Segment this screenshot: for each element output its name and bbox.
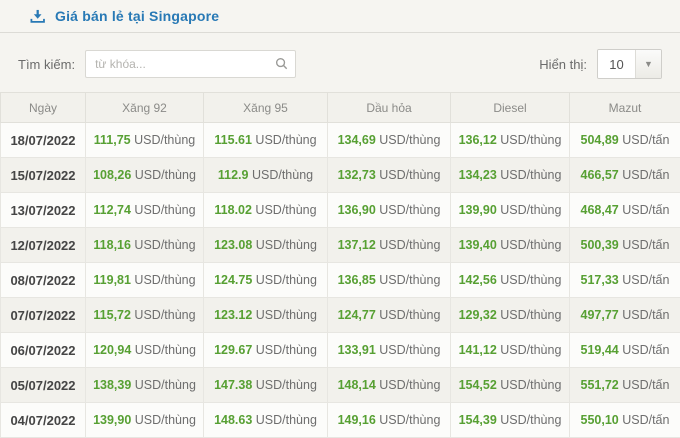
- table-header-row: NgàyXăng 92Xăng 95Dầu hỏaDieselMazut: [1, 93, 680, 123]
- price-cell: 139,90 USD/thùng: [86, 403, 204, 438]
- price-cell: 133,91 USD/thùng: [328, 333, 451, 368]
- page-size-value: 10: [598, 50, 636, 78]
- price-cell: 139,90 USD/thùng: [451, 193, 570, 228]
- price-cell: 517,33 USD/tấn: [570, 263, 680, 298]
- price-cell: 124.75 USD/thùng: [204, 263, 328, 298]
- column-header-0: Ngày: [1, 93, 86, 123]
- price-cell: 118.02 USD/thùng: [204, 193, 328, 228]
- price-cell: 112.9 USD/thùng: [204, 158, 328, 193]
- column-header-5: Mazut: [570, 93, 680, 123]
- price-cell: 115.61 USD/thùng: [204, 123, 328, 158]
- price-cell: 115,72 USD/thùng: [86, 298, 204, 333]
- price-cell: 119,81 USD/thùng: [86, 263, 204, 298]
- date-cell: 06/07/2022: [1, 333, 86, 368]
- price-cell: 138,39 USD/thùng: [86, 368, 204, 403]
- price-cell: 123.12 USD/thùng: [204, 298, 328, 333]
- price-cell: 149,16 USD/thùng: [328, 403, 451, 438]
- price-cell: 468,47 USD/tấn: [570, 193, 680, 228]
- price-cell: 142,56 USD/thùng: [451, 263, 570, 298]
- price-cell: 466,57 USD/tấn: [570, 158, 680, 193]
- price-cell: 148,14 USD/thùng: [328, 368, 451, 403]
- date-cell: 04/07/2022: [1, 403, 86, 438]
- price-cell: 134,23 USD/thùng: [451, 158, 570, 193]
- panel-titlebar: Giá bán lẻ tại Singapore: [0, 0, 680, 33]
- column-header-2: Xăng 95: [204, 93, 328, 123]
- search-input[interactable]: [85, 50, 296, 78]
- date-cell: 05/07/2022: [1, 368, 86, 403]
- price-cell: 147.38 USD/thùng: [204, 368, 328, 403]
- table-row: 15/07/2022108,26 USD/thùng112.9 USD/thùn…: [1, 158, 680, 193]
- date-cell: 15/07/2022: [1, 158, 86, 193]
- price-cell: 136,90 USD/thùng: [328, 193, 451, 228]
- table-row: 18/07/2022111,75 USD/thùng115.61 USD/thù…: [1, 123, 680, 158]
- table-row: 12/07/2022118,16 USD/thùng123.08 USD/thù…: [1, 228, 680, 263]
- table-row: 06/07/2022120,94 USD/thùng129.67 USD/thù…: [1, 333, 680, 368]
- price-cell: 154,39 USD/thùng: [451, 403, 570, 438]
- column-header-1: Xăng 92: [86, 93, 204, 123]
- price-cell: 118,16 USD/thùng: [86, 228, 204, 263]
- price-cell: 120,94 USD/thùng: [86, 333, 204, 368]
- search-group: Tìm kiếm:: [18, 50, 296, 78]
- price-cell: 134,69 USD/thùng: [328, 123, 451, 158]
- price-cell: 136,85 USD/thùng: [328, 263, 451, 298]
- table-row: 08/07/2022119,81 USD/thùng124.75 USD/thù…: [1, 263, 680, 298]
- search-box: [85, 50, 296, 78]
- page-size-select[interactable]: 10 ▼: [597, 49, 662, 79]
- page-title: Giá bán lẻ tại Singapore: [55, 8, 219, 24]
- price-cell: 108,26 USD/thùng: [86, 158, 204, 193]
- date-cell: 18/07/2022: [1, 123, 86, 158]
- date-cell: 07/07/2022: [1, 298, 86, 333]
- price-cell: 497,77 USD/tấn: [570, 298, 680, 333]
- price-cell: 132,73 USD/thùng: [328, 158, 451, 193]
- price-cell: 112,74 USD/thùng: [86, 193, 204, 228]
- table-row: 05/07/2022138,39 USD/thùng147.38 USD/thù…: [1, 368, 680, 403]
- price-cell: 500,39 USD/tấn: [570, 228, 680, 263]
- search-icon: [275, 57, 288, 70]
- page-size-group: Hiển thị: 10 ▼: [539, 49, 662, 79]
- table-row: 13/07/2022112,74 USD/thùng118.02 USD/thù…: [1, 193, 680, 228]
- date-cell: 12/07/2022: [1, 228, 86, 263]
- price-cell: 137,12 USD/thùng: [328, 228, 451, 263]
- price-cell: 123.08 USD/thùng: [204, 228, 328, 263]
- table-controls: Tìm kiếm: Hiển thị: 10 ▼: [0, 33, 680, 92]
- price-cell: 124,77 USD/thùng: [328, 298, 451, 333]
- table-row: 07/07/2022115,72 USD/thùng123.12 USD/thù…: [1, 298, 680, 333]
- price-cell: 504,89 USD/tấn: [570, 123, 680, 158]
- column-header-3: Dầu hỏa: [328, 93, 451, 123]
- price-cell: 519,44 USD/tấn: [570, 333, 680, 368]
- download-icon[interactable]: [30, 9, 45, 24]
- date-cell: 13/07/2022: [1, 193, 86, 228]
- price-cell: 550,10 USD/tấn: [570, 403, 680, 438]
- table-row: 04/07/2022139,90 USD/thùng148.63 USD/thù…: [1, 403, 680, 438]
- price-cell: 148.63 USD/thùng: [204, 403, 328, 438]
- price-table: NgàyXăng 92Xăng 95Dầu hỏaDieselMazut 18/…: [0, 92, 680, 438]
- price-cell: 551,72 USD/tấn: [570, 368, 680, 403]
- price-cell: 141,12 USD/thùng: [451, 333, 570, 368]
- price-cell: 136,12 USD/thùng: [451, 123, 570, 158]
- column-header-4: Diesel: [451, 93, 570, 123]
- price-cell: 139,40 USD/thùng: [451, 228, 570, 263]
- price-cell: 154,52 USD/thùng: [451, 368, 570, 403]
- page-size-label: Hiển thị:: [539, 57, 587, 72]
- search-label: Tìm kiếm:: [18, 57, 75, 72]
- date-cell: 08/07/2022: [1, 263, 86, 298]
- singapore-retail-price-panel: Giá bán lẻ tại Singapore Tìm kiếm: Hiển …: [0, 0, 680, 438]
- price-cell: 111,75 USD/thùng: [86, 123, 204, 158]
- price-cell: 129.67 USD/thùng: [204, 333, 328, 368]
- chevron-down-icon: ▼: [636, 50, 661, 78]
- price-cell: 129,32 USD/thùng: [451, 298, 570, 333]
